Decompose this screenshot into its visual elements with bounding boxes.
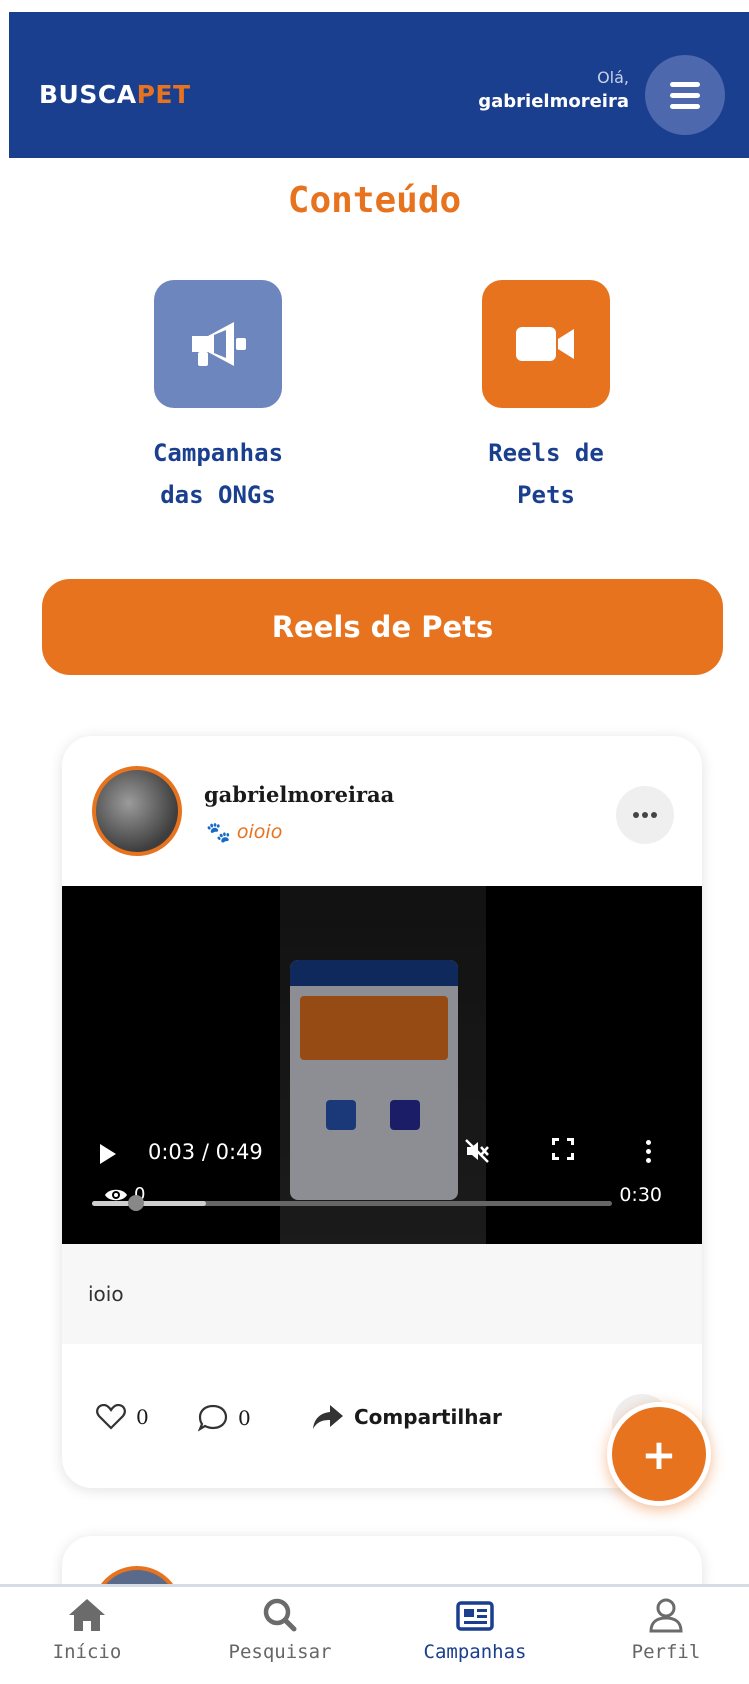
heart-icon bbox=[96, 1404, 126, 1430]
like-button[interactable]: 0 bbox=[96, 1404, 149, 1430]
newspaper-icon bbox=[456, 1601, 494, 1631]
nav-item-profile[interactable]: Perfil bbox=[591, 1597, 741, 1663]
category-campaigns[interactable]: Campanhas das ONGs bbox=[118, 280, 318, 516]
megaphone-tile[interactable] bbox=[154, 280, 282, 408]
more-options-button[interactable] bbox=[616, 786, 674, 844]
bottom-navigation: Início Pesquisar Campanhas Perfil bbox=[0, 1584, 749, 1684]
comment-icon bbox=[198, 1404, 228, 1432]
video-duration: 0:30 bbox=[619, 1184, 662, 1206]
progress-knob[interactable] bbox=[128, 1195, 144, 1211]
hamburger-icon bbox=[670, 81, 700, 87]
mute-icon[interactable] bbox=[464, 1138, 490, 1170]
nav-item-search[interactable]: Pesquisar bbox=[205, 1597, 355, 1663]
add-post-button[interactable]: + bbox=[607, 1402, 711, 1506]
share-icon bbox=[313, 1405, 343, 1429]
nav-item-home[interactable]: Início bbox=[12, 1597, 162, 1663]
comment-count: 0 bbox=[238, 1406, 251, 1430]
video-time: 0:03 / 0:49 bbox=[148, 1140, 263, 1164]
username-text: gabrielmoreira bbox=[478, 91, 629, 112]
user-greeting: Olá, gabrielmoreira bbox=[478, 68, 629, 112]
ellipsis-icon bbox=[633, 812, 639, 818]
paw-icon: 🐾 bbox=[206, 820, 231, 844]
video-progress-bar[interactable] bbox=[92, 1195, 612, 1211]
avatar[interactable] bbox=[92, 766, 182, 856]
category-label: Reels de Pets bbox=[488, 439, 604, 509]
play-icon[interactable] bbox=[100, 1144, 116, 1164]
search-icon bbox=[263, 1598, 297, 1632]
app-header: BUSCAPET Olá, gabrielmoreira bbox=[9, 12, 749, 158]
user-icon bbox=[649, 1598, 683, 1633]
reel-card: gabrielmoreiraa 🐾 oioio 0:03 / 0:49 0 0:… bbox=[62, 736, 702, 1488]
video-camera-icon bbox=[516, 327, 574, 361]
home-icon bbox=[69, 1599, 105, 1631]
post-actions: 0 0 Compartilhar bbox=[62, 1344, 702, 1488]
category-reels[interactable]: Reels de Pets bbox=[446, 280, 646, 516]
pet-tag[interactable]: 🐾 oioio bbox=[206, 820, 282, 844]
reels-banner[interactable]: Reels de Pets bbox=[42, 579, 723, 675]
post-caption: ioio bbox=[62, 1244, 702, 1344]
video-tile[interactable] bbox=[482, 280, 610, 408]
share-label: Compartilhar bbox=[354, 1405, 502, 1429]
category-label: Campanhas das ONGs bbox=[152, 439, 284, 509]
greeting-text: Olá, bbox=[597, 68, 629, 87]
pet-name: oioio bbox=[236, 821, 283, 843]
like-count: 0 bbox=[136, 1405, 149, 1429]
app-logo[interactable]: BUSCAPET bbox=[39, 80, 191, 109]
megaphone-icon bbox=[192, 322, 246, 366]
nav-item-campaigns[interactable]: Campanhas bbox=[400, 1597, 550, 1663]
share-button[interactable]: Compartilhar bbox=[312, 1404, 502, 1430]
page-title: Conteúdo bbox=[287, 180, 462, 221]
video-player[interactable]: 0:03 / 0:49 0 0:30 bbox=[62, 886, 702, 1244]
video-options-icon[interactable] bbox=[646, 1140, 651, 1163]
fullscreen-icon[interactable] bbox=[552, 1138, 574, 1160]
menu-button[interactable] bbox=[645, 55, 725, 135]
post-author[interactable]: gabrielmoreiraa bbox=[204, 782, 394, 807]
comment-button[interactable]: 0 bbox=[198, 1404, 251, 1432]
